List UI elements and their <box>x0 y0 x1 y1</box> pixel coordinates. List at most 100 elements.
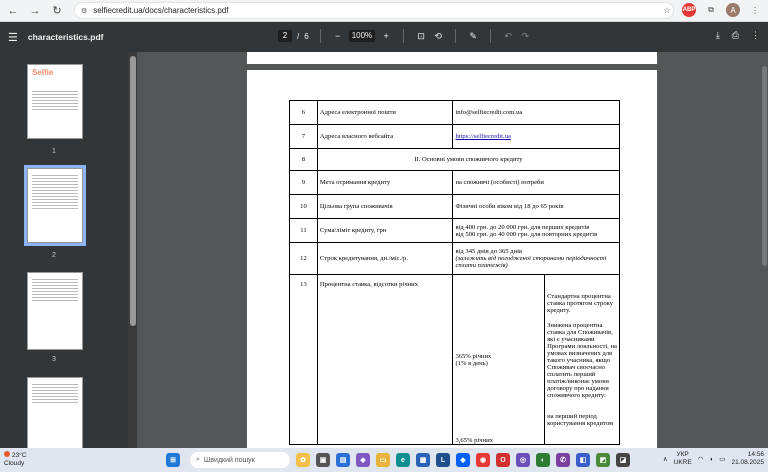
edge-icon[interactable]: e <box>396 453 410 467</box>
battery-icon[interactable]: ▭ <box>719 455 725 463</box>
task-view-icon[interactable]: ▣ <box>316 453 330 467</box>
rate-description: Стандартна процентна ставка протягом стр… <box>547 292 614 314</box>
thumbnail-scrollbar[interactable] <box>129 52 137 448</box>
row-value: Фізичні особи віком від 18 до 65 років <box>452 194 620 219</box>
thumbnail-number: 2 <box>52 252 56 259</box>
divider <box>490 29 492 43</box>
app-icon[interactable]: ◐ <box>536 453 550 467</box>
more-options-icon[interactable]: ⋮ <box>751 30 760 41</box>
row-number: 7 <box>289 124 318 149</box>
search-icon: ⌕ <box>196 456 200 463</box>
rate-description: на перший період користування кредитом <box>547 412 614 427</box>
scrollbar-thumb[interactable] <box>130 56 136 326</box>
pdf-viewer: 6 Адреса електронної пошти info@selfiecr… <box>137 52 768 448</box>
undo-icon[interactable]: ↶ <box>502 31 514 42</box>
chrome-icon[interactable]: ◉ <box>476 453 490 467</box>
zoom-out-button[interactable]: − <box>332 31 344 41</box>
thumbnail-page-2[interactable] <box>24 165 86 246</box>
dropbox-icon[interactable]: ◆ <box>456 453 470 467</box>
row-value-line: від 345 днів до 365 днів <box>455 248 523 255</box>
thumbnail-number: 1 <box>52 148 56 155</box>
weather-icon <box>4 451 10 457</box>
keyboard-layout: UKRE <box>673 459 692 466</box>
app-icon[interactable]: ◪ <box>616 453 630 467</box>
website-link[interactable]: https://selfiecredit.ua <box>455 133 510 140</box>
characteristics-table: 6 Адреса електронної пошти info@selfiecr… <box>289 100 621 445</box>
row-value-line: від 400 грн. до 20 000 грн. для перших к… <box>455 223 590 231</box>
divider <box>403 29 405 43</box>
site-info-icon[interactable]: ⚙ <box>81 7 87 15</box>
redo-icon[interactable]: ↷ <box>519 31 531 42</box>
back-icon[interactable]: ← <box>4 2 22 20</box>
row-label: Мета отримання кредиту <box>316 170 454 195</box>
table-row: 8 ІІ. Основні умови споживчого кредиту <box>289 148 621 171</box>
total-pages: 6 <box>304 31 309 41</box>
row-number: 13 <box>289 274 318 445</box>
language-indicator[interactable]: УКР UKRE <box>674 451 692 467</box>
opera-icon[interactable]: O <box>496 453 510 467</box>
rate-note: (1% в день) <box>455 359 488 367</box>
thumbnail-page-3[interactable] <box>27 272 83 350</box>
browser-toolbar: ← → ↻ ⚙ selfiecredit.ua/docs/characteris… <box>0 0 768 22</box>
taskbar-search[interactable]: ⌕ Швидкий пошук <box>190 452 290 468</box>
profile-avatar[interactable]: A <box>726 3 740 17</box>
temperature: 23°C <box>12 452 27 459</box>
language-code: УКР <box>676 451 689 458</box>
download-icon[interactable]: ⤓ <box>716 30 720 41</box>
extensions-icon[interactable]: ⧉ <box>704 3 718 17</box>
outlook-icon[interactable]: ▦ <box>416 453 430 467</box>
row-number: 9 <box>289 170 318 195</box>
rotate-icon[interactable]: ⟲ <box>432 31 444 42</box>
row-value-note: (залежить від погодженої сторонами періо… <box>455 255 607 269</box>
weather-widget[interactable]: 23°C Cloudy <box>4 451 27 468</box>
rate-value-reduced: 3,65% річних <box>455 437 493 444</box>
adblock-extension-icon[interactable]: ABP <box>682 3 696 17</box>
wifi-icon[interactable]: ◠ <box>698 455 704 463</box>
fit-page-icon[interactable]: ⊡ <box>415 31 427 42</box>
bookmark-star-icon[interactable]: ☆ <box>660 3 674 17</box>
row-label: Сума/ліміт кредиту, грн <box>316 218 454 243</box>
row-number: 6 <box>289 100 318 125</box>
tray-chevron-icon[interactable]: ∧ <box>663 455 668 463</box>
page-separator: / <box>297 31 300 41</box>
viewer-scrollbar[interactable] <box>762 66 767 266</box>
row-label: Цільова група споживачів <box>316 194 454 219</box>
annotate-icon[interactable]: ✎ <box>467 31 479 42</box>
divider <box>319 29 321 43</box>
app-icon[interactable]: ◧ <box>576 453 590 467</box>
app-icon[interactable]: ◩ <box>596 453 610 467</box>
viber-icon[interactable]: ✆ <box>556 453 570 467</box>
start-icon[interactable]: ⊞ <box>166 453 180 467</box>
rate-description: Знижена процентна ставка для Споживачів,… <box>547 321 617 399</box>
address-bar[interactable]: ⚙ selfiecredit.ua/docs/characteristics.p… <box>74 2 674 19</box>
zoom-input[interactable]: 100% <box>348 30 376 42</box>
l-app-icon[interactable]: L <box>436 453 450 467</box>
print-icon[interactable]: ⎙ <box>732 30 739 41</box>
row-number: 11 <box>289 218 318 243</box>
section-heading: ІІ. Основні умови споживчого кредиту <box>316 148 621 171</box>
widgets-icon[interactable]: ✿ <box>296 453 310 467</box>
more-menu-icon[interactable]: ⋮ <box>748 3 762 17</box>
forward-icon[interactable]: → <box>26 2 44 20</box>
reload-icon[interactable]: ↻ <box>48 2 66 20</box>
clock[interactable]: 14:56 21.08.2025 <box>731 451 764 467</box>
thumbnail-page-1[interactable]: Selfie <box>27 64 83 139</box>
zoom-in-button[interactable]: + <box>380 31 392 41</box>
row-label: Адреса власного вебсайта <box>316 124 454 149</box>
date: 21.08.2025 <box>731 459 764 466</box>
copilot-icon[interactable]: ◈ <box>356 453 370 467</box>
sidebar-menu-icon[interactable]: ☰ <box>8 31 18 44</box>
row-number: 8 <box>289 148 318 171</box>
page-number-input[interactable]: 2 <box>278 30 292 42</box>
previous-page-edge <box>247 52 657 64</box>
url-text: selfiecredit.ua/docs/characteristics.pdf <box>93 6 229 15</box>
folder-icon[interactable]: ▭ <box>376 453 390 467</box>
row-label: Адреса електронної пошти <box>316 100 454 125</box>
file-explorer-icon[interactable]: ▤ <box>336 453 350 467</box>
thumbnail-number: 3 <box>52 356 56 363</box>
thumbnail-page-4[interactable] <box>27 377 83 448</box>
app-icon[interactable]: ◎ <box>516 453 530 467</box>
volume-icon[interactable]: ◖ <box>709 456 713 463</box>
row-value: на споживчі (особисті) потреби <box>452 170 620 195</box>
document-title: characteristics.pdf <box>27 32 104 42</box>
